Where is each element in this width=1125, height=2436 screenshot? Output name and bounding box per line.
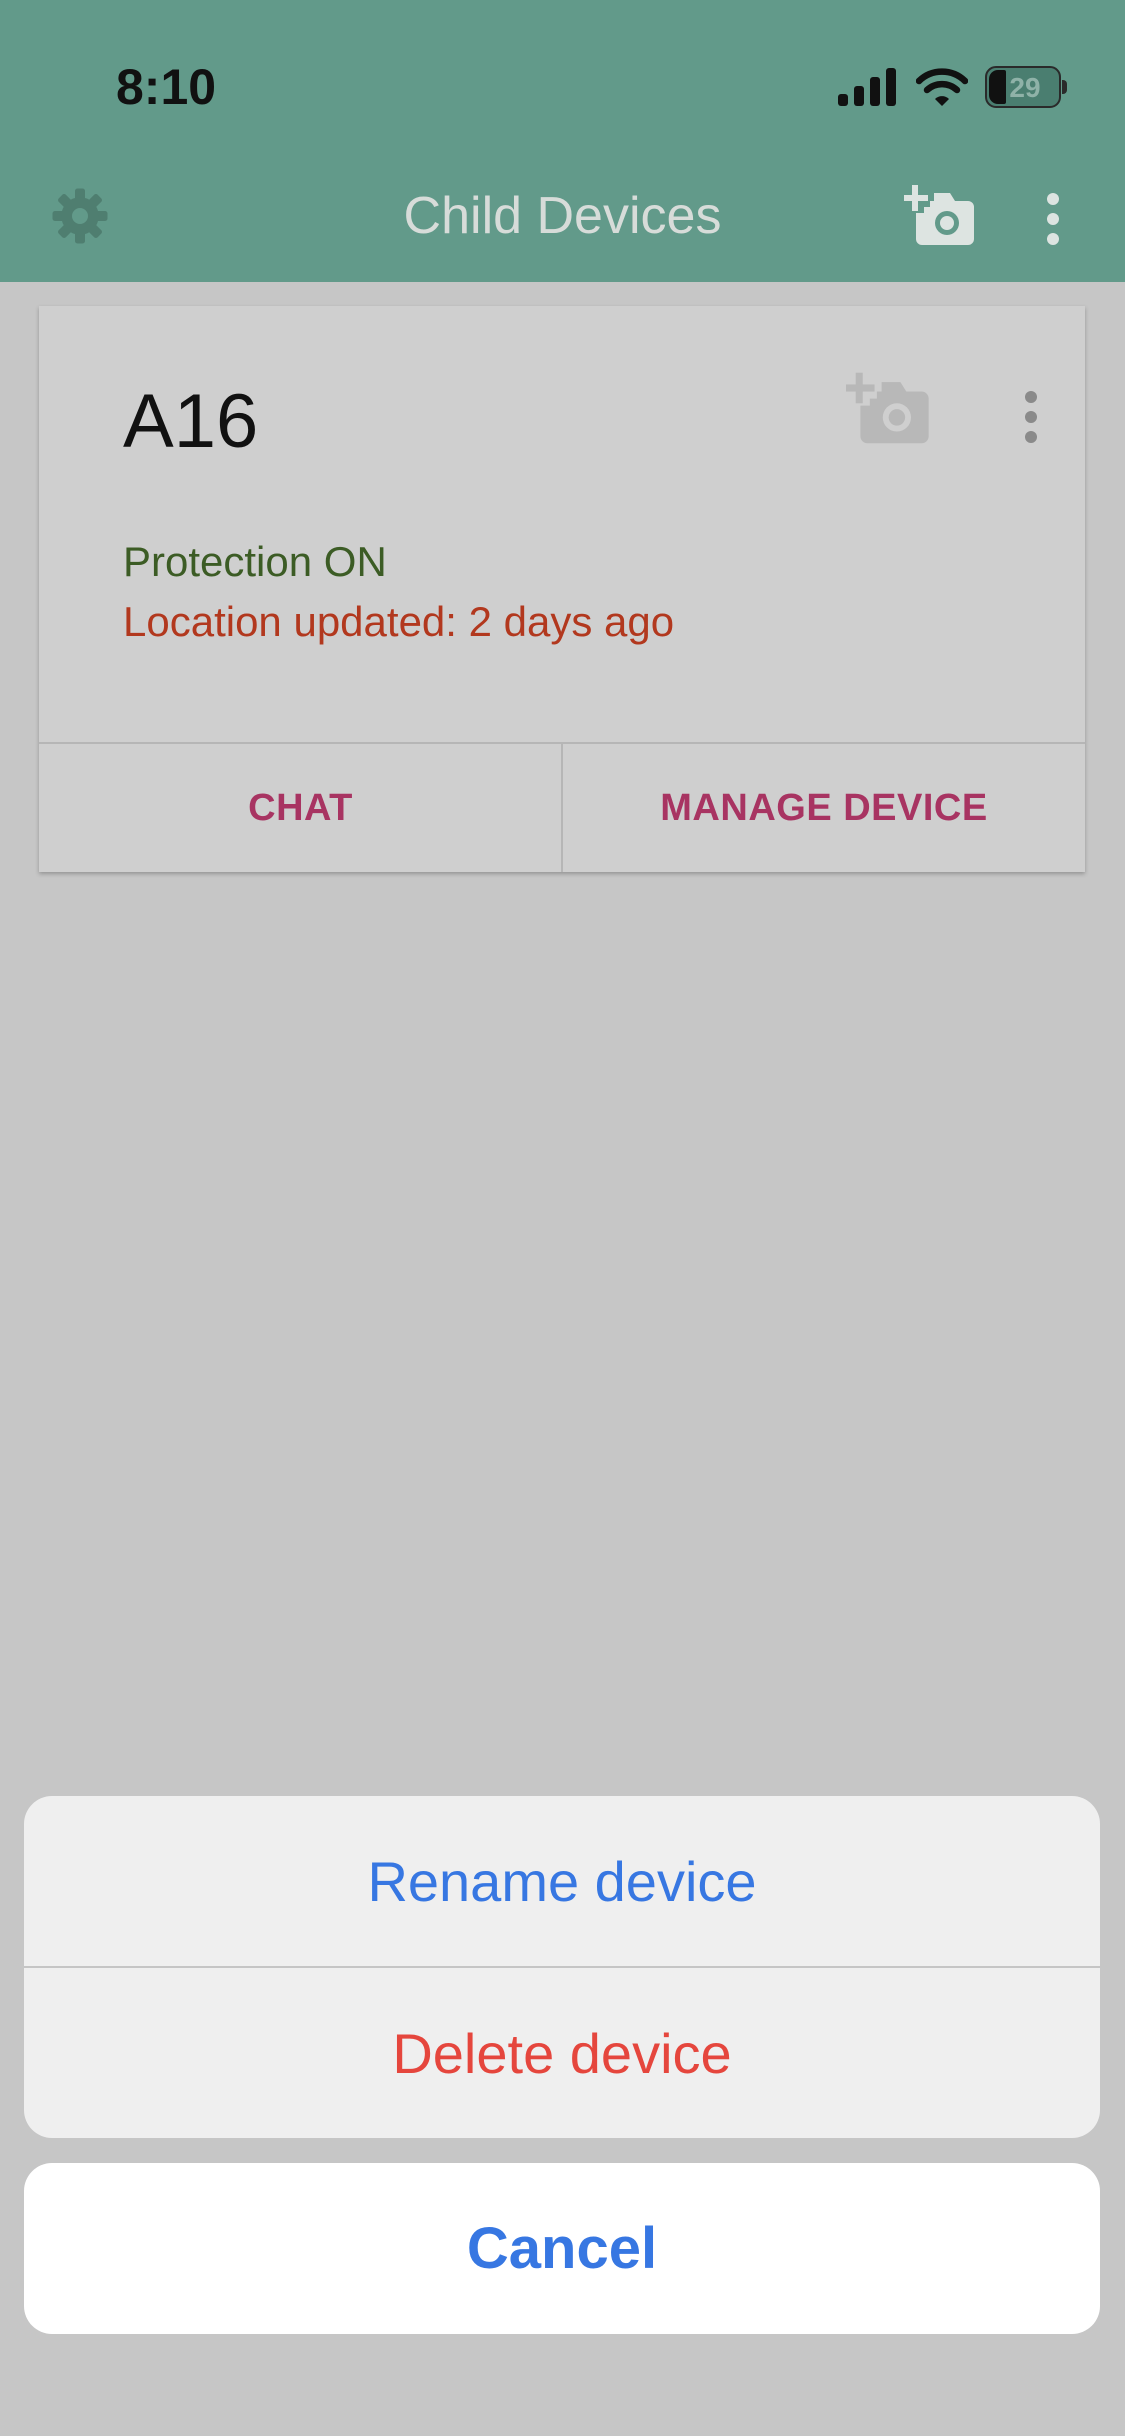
add-camera-icon[interactable]: [846, 368, 936, 448]
battery-nub: [1062, 80, 1067, 94]
battery-level: 29: [1009, 72, 1041, 103]
location-status: Location updated: 2 days ago: [123, 598, 675, 645]
rename-device-button[interactable]: Rename device: [24, 1796, 1100, 1966]
more-vertical-icon[interactable]: [1036, 189, 1070, 251]
status-time: 8:10: [116, 59, 217, 115]
cellular-signal-icon: [838, 68, 900, 108]
cancel-button[interactable]: Cancel: [24, 2163, 1100, 2334]
battery-body: 29: [985, 66, 1061, 108]
chat-button[interactable]: CHAT: [39, 744, 562, 872]
more-vertical-icon[interactable]: [1016, 388, 1046, 446]
status-bar: 8:10 29: [0, 0, 1125, 170]
add-camera-icon[interactable]: [904, 181, 980, 249]
wifi-icon: [916, 66, 968, 108]
battery-icon: 29: [985, 66, 1067, 108]
device-card: A16 Protection ON Location updated: 2 da…: [39, 306, 1085, 872]
manage-device-button[interactable]: MANAGE DEVICE: [563, 744, 1085, 872]
delete-device-button[interactable]: Delete device: [24, 1968, 1100, 2138]
protection-status: Protection ON: [123, 538, 387, 585]
device-name: A16: [123, 379, 259, 464]
action-sheet: Rename device Delete device: [24, 1796, 1100, 2138]
